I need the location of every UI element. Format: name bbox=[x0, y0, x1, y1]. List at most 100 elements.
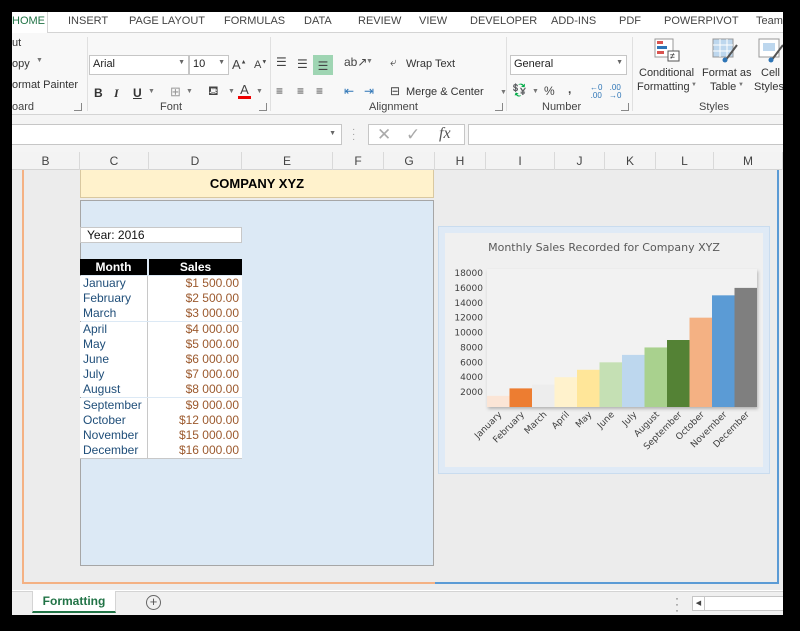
bottom-align-icon[interactable]: ☰ bbox=[313, 55, 333, 75]
bar-may[interactable] bbox=[577, 369, 600, 407]
font-size-select[interactable]: 10 ▼ bbox=[189, 55, 229, 75]
orientation-icon[interactable]: ab↗ bbox=[344, 55, 367, 69]
tab-formulas[interactable]: FORMULAS bbox=[224, 15, 285, 27]
accounting-dropdown-icon[interactable]: ▼ bbox=[532, 88, 539, 95]
tab-powerpivot[interactable]: POWERPIVOT bbox=[664, 15, 739, 27]
bar-october[interactable] bbox=[689, 317, 713, 407]
fill-color-icon[interactable]: ⛾ bbox=[208, 83, 219, 101]
month-cell[interactable]: February bbox=[80, 291, 148, 307]
cell-styles-button[interactable]: Cell Styles bbox=[752, 37, 783, 99]
sales-cell[interactable]: $8 000.00 bbox=[149, 382, 242, 397]
year-cell[interactable]: Year: 2016 bbox=[80, 227, 242, 243]
sales-cell[interactable]: $4 000.00 bbox=[149, 322, 242, 337]
month-cell[interactable]: June bbox=[80, 352, 148, 367]
column-header-i[interactable]: I bbox=[486, 152, 555, 170]
font-color-icon[interactable]: A bbox=[238, 83, 251, 99]
column-header-b[interactable]: B bbox=[12, 152, 80, 170]
column-header-h[interactable]: H bbox=[435, 152, 486, 170]
font-name-select[interactable]: Arial ▼ bbox=[89, 55, 189, 75]
increase-indent-icon[interactable]: ⇥ bbox=[364, 84, 374, 98]
column-header-e[interactable]: E bbox=[242, 152, 333, 170]
splitter-handle[interactable]: · · · bbox=[675, 592, 679, 615]
clipboard-launcher-icon[interactable] bbox=[74, 103, 82, 111]
copy-dropdown-icon[interactable]: ▼ bbox=[36, 57, 43, 64]
column-header-j[interactable]: J bbox=[555, 152, 605, 170]
scroll-left-icon[interactable]: ◀ bbox=[693, 597, 705, 610]
tab-review[interactable]: REVIEW bbox=[358, 15, 401, 27]
bar-september[interactable] bbox=[667, 340, 690, 407]
column-header-c[interactable]: C bbox=[80, 152, 149, 170]
column-header-l[interactable]: L bbox=[656, 152, 714, 170]
increase-decimal-icon[interactable]: ←0.00 bbox=[590, 84, 602, 100]
decrease-font-size-icon[interactable]: A▼ bbox=[254, 59, 267, 71]
tab-view[interactable]: VIEW bbox=[419, 15, 447, 27]
month-cell[interactable]: May bbox=[80, 336, 148, 352]
sales-cell[interactable]: $1 500.00 bbox=[149, 276, 242, 291]
italic-button[interactable]: I bbox=[114, 86, 119, 101]
wrap-text-button[interactable]: Wrap Text bbox=[406, 58, 455, 70]
percent-style-button[interactable]: % bbox=[544, 84, 555, 98]
name-box[interactable]: ▼ bbox=[12, 124, 342, 145]
month-cell[interactable]: March bbox=[80, 306, 148, 322]
month-cell[interactable]: April bbox=[80, 321, 148, 337]
bar-july[interactable] bbox=[622, 354, 645, 407]
decrease-indent-icon[interactable]: ⇤ bbox=[344, 84, 354, 98]
align-left-icon[interactable]: ≡ bbox=[276, 84, 283, 98]
sales-cell[interactable]: $2 500.00 bbox=[149, 291, 242, 306]
merge-center-button[interactable]: Merge & Center bbox=[406, 86, 484, 98]
number-format-select[interactable]: General ▼ bbox=[510, 55, 627, 75]
copy-button[interactable]: opy bbox=[12, 58, 30, 70]
chart-container[interactable]: Monthly Sales Recorded for Company XYZ 2… bbox=[438, 226, 770, 474]
sales-cell[interactable]: $7 000.00 bbox=[149, 367, 242, 382]
middle-align-icon[interactable]: ☰ bbox=[297, 57, 308, 71]
tab-data[interactable]: DATA bbox=[304, 15, 332, 27]
tab-page-layout[interactable]: PAGE LAYOUT bbox=[129, 15, 205, 27]
column-header-g[interactable]: G bbox=[384, 152, 435, 170]
format-as-table-button[interactable]: Format as Table ▼ bbox=[700, 37, 752, 99]
bar-august[interactable] bbox=[644, 347, 668, 407]
sheet-tab-formatting[interactable]: Formatting bbox=[32, 591, 116, 613]
sales-header[interactable]: Sales bbox=[149, 259, 242, 275]
month-cell[interactable]: August bbox=[80, 382, 148, 398]
font-launcher-icon[interactable] bbox=[259, 103, 267, 111]
month-cell[interactable]: December bbox=[80, 443, 148, 459]
month-cell[interactable]: January bbox=[80, 276, 148, 291]
month-cell[interactable]: September bbox=[80, 397, 148, 413]
sales-cell[interactable]: $3 000.00 bbox=[149, 306, 242, 321]
decrease-decimal-icon[interactable]: .00 →0 bbox=[609, 84, 621, 100]
underline-dropdown-icon[interactable]: ▼ bbox=[148, 88, 155, 95]
tab-home[interactable]: HOME bbox=[12, 12, 48, 34]
top-align-icon[interactable]: ☰ bbox=[276, 55, 287, 69]
increase-font-size-icon[interactable]: A▲ bbox=[232, 57, 247, 72]
bar-january[interactable] bbox=[487, 395, 510, 407]
bar-june[interactable] bbox=[599, 362, 623, 407]
number-launcher-icon[interactable] bbox=[621, 103, 629, 111]
month-cell[interactable]: October bbox=[80, 412, 148, 428]
add-sheet-icon[interactable]: + bbox=[146, 595, 161, 610]
chevron-down-icon[interactable]: ▼ bbox=[329, 130, 336, 137]
bar-april[interactable] bbox=[554, 377, 578, 407]
insert-function-button[interactable]: fx bbox=[439, 125, 451, 143]
bar-march[interactable] bbox=[532, 384, 555, 407]
comma-style-button[interactable]: , bbox=[568, 82, 571, 96]
enter-icon[interactable]: ✓ bbox=[406, 125, 420, 145]
company-title[interactable]: COMPANY XYZ bbox=[80, 170, 434, 198]
tab-pdf[interactable]: PDF bbox=[619, 15, 641, 27]
cut-button[interactable]: ut bbox=[12, 37, 21, 49]
orientation-dropdown-icon[interactable]: ▼ bbox=[366, 58, 373, 65]
column-header-d[interactable]: D bbox=[149, 152, 242, 170]
column-header-m[interactable]: M bbox=[714, 152, 783, 170]
align-center-icon[interactable]: ≡ bbox=[297, 84, 304, 98]
font-color-dropdown-icon[interactable]: ▼ bbox=[256, 88, 263, 95]
sales-cell[interactable]: $9 000.00 bbox=[149, 398, 242, 413]
formula-input[interactable] bbox=[468, 124, 783, 145]
horizontal-scrollbar[interactable]: ◀ bbox=[692, 596, 783, 611]
tab-insert[interactable]: INSERT bbox=[68, 15, 108, 27]
fill-color-dropdown-icon[interactable]: ▼ bbox=[228, 88, 235, 95]
borders-dropdown-icon[interactable]: ▼ bbox=[186, 88, 193, 95]
column-header-k[interactable]: K bbox=[605, 152, 656, 170]
tab-developer[interactable]: DEVELOPER bbox=[470, 15, 537, 27]
cancel-icon[interactable]: ✕ bbox=[377, 125, 391, 145]
sales-cell[interactable]: $12 000.00 bbox=[149, 413, 242, 428]
column-header-f[interactable]: F bbox=[333, 152, 384, 170]
